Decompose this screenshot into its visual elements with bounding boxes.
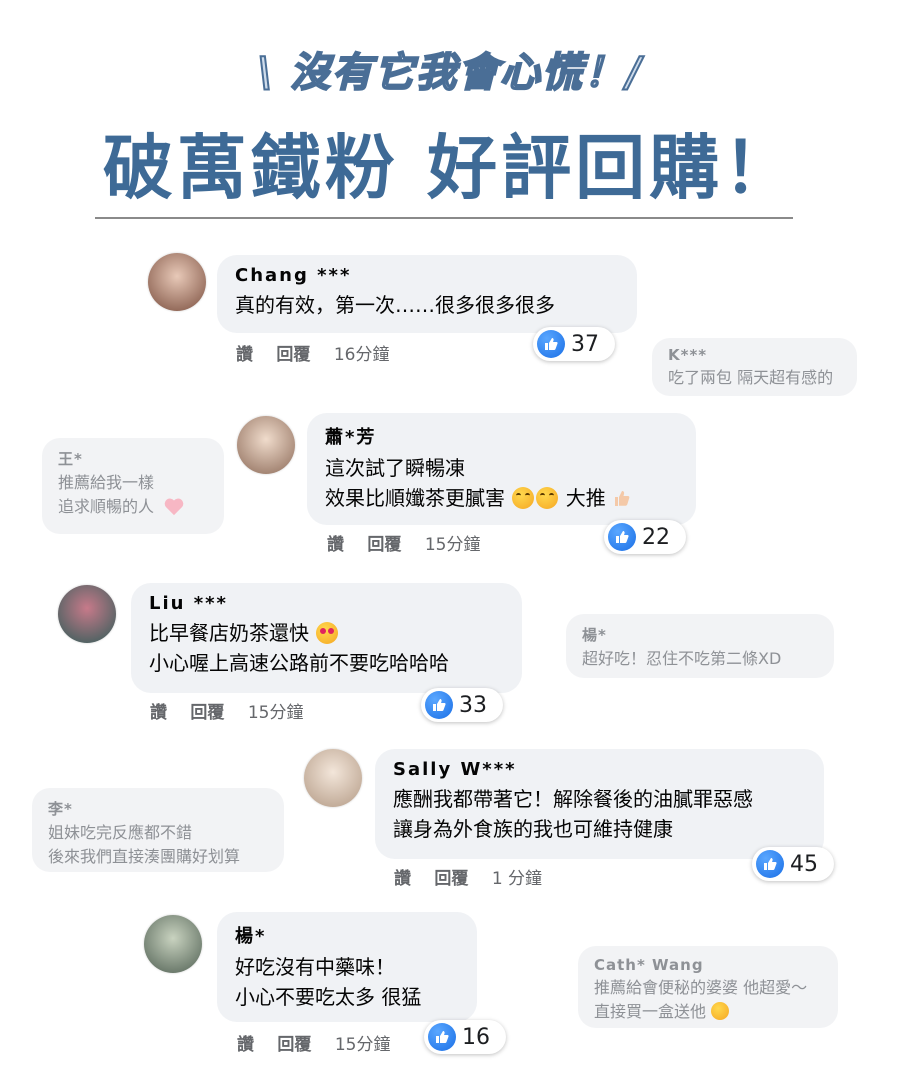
comment-bubble: 蕭*芳 這次試了瞬暢凍 效果比順孅茶更膩害 大推 (307, 413, 696, 525)
faint-comment-name: 李* (48, 800, 73, 818)
thumbs-up-emoji-icon (615, 491, 630, 506)
faint-comment-line: 後來我們直接湊團購好划算 (48, 847, 241, 866)
comment-text: 小心不要吃太多 很猛 (235, 985, 422, 1009)
comment-text: 真的有效，第一次……很多很多很多 (235, 293, 555, 317)
avatar[interactable] (148, 253, 206, 311)
like-count-badge[interactable]: 33 (421, 688, 503, 722)
commenter-name[interactable]: 蕭*芳 (325, 423, 678, 449)
timestamp: 15分鐘 (424, 535, 481, 555)
comment-actions: 讚 回覆 16分鐘 (236, 340, 407, 365)
comment-actions: 讚 回覆 15分鐘 (327, 530, 498, 555)
commenter-name[interactable]: Chang *** (235, 265, 619, 286)
divider (95, 217, 793, 219)
wink-emoji-icon (711, 1002, 730, 1020)
faint-comment-line: 姐妹吃完反應都不錯 (48, 823, 193, 842)
comment-text: 好吃沒有中藥味！ (235, 955, 395, 979)
like-count: 16 (462, 1024, 490, 1050)
avatar[interactable] (304, 749, 362, 807)
reply-action[interactable]: 回覆 (190, 703, 224, 723)
timestamp: 15分鐘 (247, 703, 304, 723)
commenter-name[interactable]: Liu *** (149, 593, 504, 614)
comment-bubble: Liu *** 比早餐店奶茶還快 小心喔上高速公路前不要吃哈哈哈 (131, 583, 522, 693)
comment-bubble: 楊* 好吃沒有中藥味！ 小心不要吃太多 很猛 (217, 912, 477, 1022)
comment-text: 這次試了瞬暢凍 (325, 456, 465, 480)
comment-text: 比早餐店奶茶還快 (149, 621, 309, 645)
faint-comment-line: 超好吃！忍住不吃第二條XD (582, 649, 782, 668)
headline: 破萬鐵粉 好評回購！ (102, 126, 798, 209)
reply-action[interactable]: 回覆 (277, 1035, 311, 1055)
faint-comment-name: 楊* (582, 626, 607, 644)
like-count-badge[interactable]: 22 (604, 520, 686, 554)
faint-comment-li: 李* 姐妹吃完反應都不錯 後來我們直接湊團購好划算 (32, 788, 284, 872)
commenter-name[interactable]: 楊* (235, 922, 459, 948)
faint-comment-k: K*** 吃了兩包 隔天超有感的 (652, 338, 857, 396)
avatar[interactable] (144, 915, 202, 973)
laughing-emoji-icon (512, 487, 535, 509)
like-action[interactable]: 讚 (150, 703, 167, 723)
laughing-emoji-icon (536, 487, 559, 509)
like-count-badge[interactable]: 16 (424, 1020, 506, 1054)
reply-action[interactable]: 回覆 (434, 869, 468, 889)
like-count-badge[interactable]: 45 (752, 847, 834, 881)
thumbs-up-icon (425, 691, 453, 719)
faint-comment-line: 直接買一盒送他 (594, 1002, 707, 1021)
comment-actions: 讚 回覆 1 分鐘 (394, 864, 560, 889)
commenter-name[interactable]: Sally W*** (393, 759, 806, 780)
like-count: 22 (642, 524, 670, 550)
faint-comment-name: Cath* Wang (594, 956, 704, 974)
reply-action[interactable]: 回覆 (276, 345, 310, 365)
comment-text: 小心喔上高速公路前不要吃哈哈哈 (149, 651, 449, 675)
comment-bubble: Sally W*** 應酬我都帶著它！解除餐後的油膩罪惡感 讓身為外食族的我也可… (375, 749, 824, 859)
thumbs-up-icon (608, 523, 636, 551)
subtitle: \ 沒有它我會心慌！/ (256, 48, 643, 97)
like-count: 45 (790, 851, 818, 877)
faint-comment-line: 吃了兩包 隔天超有感的 (668, 368, 834, 387)
avatar[interactable] (58, 585, 116, 643)
comment-bubble: Chang *** 真的有效，第一次……很多很多很多 (217, 255, 637, 333)
comment-actions: 讚 回覆 15分鐘 (150, 698, 321, 723)
avatar[interactable] (237, 416, 295, 474)
like-action[interactable]: 讚 (327, 535, 344, 555)
thumbs-up-icon (756, 850, 784, 878)
like-count-badge[interactable]: 37 (533, 327, 615, 361)
comment-text: 效果比順孅茶更膩害 (325, 486, 505, 510)
comment-text: 應酬我都帶著它！解除餐後的油膩罪惡感 (393, 787, 753, 811)
heart-eyes-emoji-icon (316, 622, 339, 644)
like-action[interactable]: 讚 (236, 345, 253, 365)
faint-comment-name: 王* (58, 450, 83, 468)
reply-action[interactable]: 回覆 (367, 535, 401, 555)
thumbs-up-icon (537, 330, 565, 358)
thumbs-up-icon (428, 1023, 456, 1051)
like-count: 37 (571, 331, 599, 357)
heart-icon (164, 498, 184, 516)
comment-actions: 讚 回覆 15分鐘 (237, 1030, 408, 1055)
comment-text: 讓身為外食族的我也可維持健康 (393, 817, 673, 841)
timestamp: 16分鐘 (333, 345, 390, 365)
faint-comment-yang: 楊* 超好吃！忍住不吃第二條XD (566, 614, 834, 678)
timestamp: 15分鐘 (334, 1035, 391, 1055)
faint-comment-wang: 王* 推薦給我一樣 追求順暢的人 (42, 438, 224, 534)
comment-text: 大推 (565, 486, 606, 510)
faint-comment-line: 推薦給會便秘的婆婆 他超愛～ (594, 978, 808, 997)
faint-comment-line: 推薦給我一樣 (58, 473, 155, 492)
like-action[interactable]: 讚 (237, 1035, 254, 1055)
timestamp: 1 分鐘 (491, 869, 543, 889)
like-action[interactable]: 讚 (394, 869, 411, 889)
faint-comment-name: K*** (668, 346, 708, 364)
faint-comment-cath: Cath* Wang 推薦給會便秘的婆婆 他超愛～ 直接買一盒送他 (578, 946, 838, 1028)
faint-comment-line: 追求順暢的人 (58, 497, 155, 516)
like-count: 33 (459, 692, 487, 718)
